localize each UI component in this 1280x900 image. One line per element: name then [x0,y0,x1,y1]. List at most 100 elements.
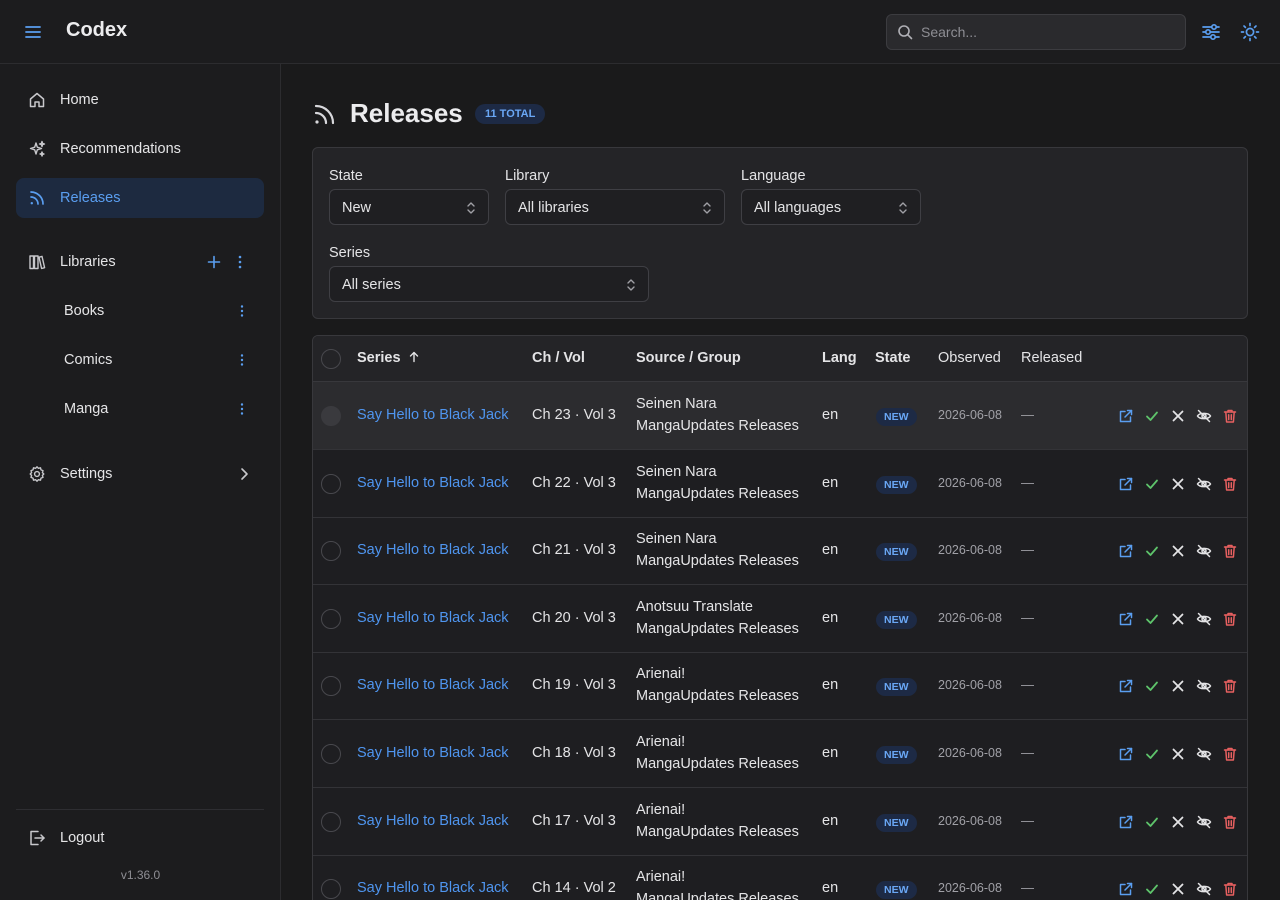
sidebar-item-home[interactable]: Home [16,80,264,120]
released-date: — [1021,677,1034,693]
table-row[interactable]: Say Hello to Black Jack Ch 18 · Vol 3 Arie… [313,720,1247,788]
ignore-button[interactable] [1196,543,1212,559]
select-all-checkbox[interactable] [321,349,341,369]
delete-button[interactable] [1222,611,1238,627]
row-checkbox[interactable] [321,406,341,426]
series-link[interactable]: Say Hello to Black Jack [357,542,509,558]
logout-label: Logout [60,830,105,846]
table-row[interactable]: Say Hello to Black Jack Ch 20 · Vol 3 Anot… [313,585,1247,653]
mark-read-button[interactable] [1144,408,1160,424]
library-filter-select[interactable]: All libraries [505,189,725,225]
series-link[interactable]: Say Hello to Black Jack [357,745,509,761]
column-header-state[interactable]: State [875,350,910,366]
mark-read-button[interactable] [1144,611,1160,627]
series-link[interactable]: Say Hello to Black Jack [357,610,509,626]
column-header-released[interactable]: Released [1021,350,1082,366]
dismiss-button[interactable] [1170,678,1186,694]
row-checkbox[interactable] [321,811,341,832]
mark-read-button[interactable] [1144,678,1160,694]
ignore-button[interactable] [1196,814,1212,830]
open-external-button[interactable] [1118,678,1134,694]
open-external-button[interactable] [1118,408,1134,424]
dismiss-button[interactable] [1170,476,1186,492]
ignore-button[interactable] [1196,746,1212,762]
open-external-button[interactable] [1118,476,1134,492]
ignore-button[interactable] [1196,678,1212,694]
add-library-icon[interactable] [206,254,222,270]
column-header-lang[interactable]: Lang [822,350,857,366]
delete-button[interactable] [1222,678,1238,694]
row-checkbox[interactable] [321,473,341,494]
delete-button[interactable] [1222,881,1238,897]
app-version: v1.36.0 [120,868,161,882]
open-external-button[interactable] [1118,881,1134,897]
sidebar-item-recommendations[interactable]: Recommendations [16,129,264,169]
series-link[interactable]: Say Hello to Black Jack [357,677,509,693]
ignore-button[interactable] [1196,476,1212,492]
menu-icon[interactable] [22,21,44,43]
open-external-button[interactable] [1118,746,1134,762]
table-row[interactable]: Say Hello to Black Jack Ch 19 · Vol 3 Arie… [313,652,1247,721]
sidebar-item-settings[interactable]: Settings [16,454,264,494]
row-checkbox[interactable] [321,879,341,900]
mark-read-button[interactable] [1144,543,1160,559]
library-manga-more-icon[interactable] [234,401,250,417]
table-row[interactable]: Say Hello to Black Jack Ch 22 · Vol 3 Sein… [313,450,1247,518]
series-link[interactable]: Say Hello to Black Jack [357,407,509,423]
table-row[interactable]: Say Hello to Black Jack Ch 23 · Vol 3 Sein… [313,382,1247,450]
delete-button[interactable] [1222,476,1238,492]
series-link[interactable]: Say Hello to Black Jack [357,475,509,491]
library-books-more-icon[interactable] [234,303,250,319]
dismiss-button[interactable] [1170,611,1186,627]
dismiss-button[interactable] [1170,543,1186,559]
search-input[interactable] [921,15,1177,49]
rss-icon [30,191,44,205]
column-header-observed[interactable]: Observed [938,350,1001,366]
ignore-button[interactable] [1196,611,1212,627]
row-checkbox[interactable] [321,541,341,562]
logout-button[interactable]: Logout [16,818,264,858]
dismiss-button[interactable] [1170,881,1186,897]
table-row[interactable]: Say Hello to Black Jack Ch 21 · Vol 3 Sein… [313,517,1247,586]
state-filter-select[interactable]: New [329,189,489,225]
delete-button[interactable] [1222,408,1238,424]
column-header-chvol[interactable]: Ch / Vol [532,350,585,366]
dismiss-button[interactable] [1170,746,1186,762]
ignore-button[interactable] [1196,408,1212,424]
series-link[interactable]: Say Hello to Black Jack [357,813,509,829]
dismiss-button[interactable] [1170,408,1186,424]
libraries-more-icon[interactable] [232,254,248,270]
source-name: Seinen Nara [636,396,717,412]
sidebar-item-libraries[interactable]: Libraries [16,242,264,282]
column-header-source[interactable]: Source / Group [636,350,741,366]
sidebar-item-library-manga[interactable]: Manga [16,389,264,429]
row-checkbox[interactable] [321,676,341,697]
delete-button[interactable] [1222,746,1238,762]
library-comics-more-icon[interactable] [234,352,250,368]
dismiss-button[interactable] [1170,814,1186,830]
series-link[interactable]: Say Hello to Black Jack [357,880,509,896]
series-filter-select[interactable]: All series [329,266,649,302]
row-checkbox[interactable] [321,744,341,764]
search-box[interactable] [886,14,1186,50]
mark-read-button[interactable] [1144,746,1160,762]
filter-settings-icon[interactable] [1200,21,1222,43]
mark-read-button[interactable] [1144,476,1160,492]
table-row[interactable]: Say Hello to Black Jack Ch 14 · Vol 2 Arie… [313,855,1247,900]
column-header-series[interactable]: Series [357,350,420,366]
open-external-button[interactable] [1118,611,1134,627]
sidebar-item-library-comics[interactable]: Comics [16,340,264,380]
open-external-button[interactable] [1118,814,1134,830]
delete-button[interactable] [1222,543,1238,559]
table-row[interactable]: Say Hello to Black Jack Ch 17 · Vol 3 Arie… [313,788,1247,856]
sidebar-item-library-books[interactable]: Books [16,291,264,331]
row-checkbox[interactable] [321,608,341,629]
mark-read-button[interactable] [1144,814,1160,830]
ignore-button[interactable] [1196,881,1212,897]
mark-read-button[interactable] [1144,881,1160,897]
open-external-button[interactable] [1118,543,1134,559]
language-filter-select[interactable]: All languages [741,189,921,225]
theme-toggle-icon[interactable] [1239,21,1261,43]
delete-button[interactable] [1222,814,1238,830]
sidebar-item-releases[interactable]: Releases [16,178,264,218]
